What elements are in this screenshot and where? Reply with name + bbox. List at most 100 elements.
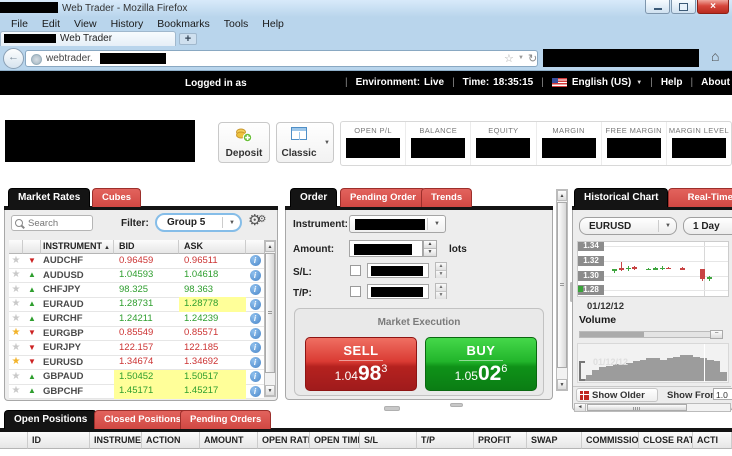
positions-column-header[interactable]: S/L [360, 432, 417, 449]
scroll-up-button[interactable]: ▲ [265, 241, 275, 252]
home-icon[interactable]: ⌂ [711, 48, 719, 64]
positions-column-header[interactable]: ACTION [142, 432, 200, 449]
sell-button[interactable]: SELL 1.04983 [305, 337, 417, 391]
layout-dropdown-button[interactable]: ▼ [321, 122, 334, 163]
deposit-button[interactable]: Deposit [218, 122, 270, 163]
sl-checkbox[interactable] [350, 265, 361, 276]
favorite-star-icon[interactable]: ★ [9, 268, 23, 282]
table-row[interactable]: ★▲GBPAUD1.504521.50517 [9, 370, 264, 385]
instrument-select[interactable]: ▼ [349, 215, 446, 233]
step-down-icon[interactable]: ▼ [436, 292, 446, 299]
favorite-star-icon[interactable]: ★ [9, 370, 23, 384]
positions-column-header[interactable]: PROFIT [474, 432, 527, 449]
info-icon[interactable] [246, 313, 264, 324]
positions-column-header[interactable]: OPEN RATE [258, 432, 310, 449]
tp-checkbox[interactable] [350, 286, 361, 297]
scroll-down-button[interactable]: ▼ [265, 385, 275, 396]
ask-column-header[interactable]: ASK [179, 240, 246, 254]
table-row[interactable]: ★▼EURGBP0.855490.85571 [9, 327, 264, 342]
url-bar[interactable]: webtrader. ☆ ▼ ↻ [25, 50, 538, 67]
positions-column-header[interactable]: ACTI [693, 432, 732, 449]
symbol-select[interactable]: EURUSD ▼ [579, 217, 677, 235]
positions-column-header[interactable]: INSTRUMENT [90, 432, 142, 449]
info-icon[interactable] [246, 386, 264, 397]
about-link[interactable]: About [701, 77, 730, 88]
scrollbar-thumb[interactable] [265, 253, 275, 373]
info-icon[interactable] [246, 357, 264, 368]
tab-historical-chart[interactable]: Historical Chart [574, 188, 668, 207]
window-titlebar[interactable]: Web Trader - Mozilla Firefox × [0, 0, 732, 17]
step-up-icon[interactable]: ▲ [436, 284, 446, 292]
period-select[interactable]: 1 Day [683, 217, 732, 235]
language-selector[interactable]: English (US) [572, 77, 631, 88]
instrument-column-header[interactable]: INSTRUMENT▲ [41, 240, 114, 254]
info-icon[interactable] [246, 255, 264, 266]
help-link[interactable]: Help [661, 77, 683, 88]
positions-column-header[interactable]: ID [28, 432, 90, 449]
info-icon[interactable] [246, 284, 264, 295]
search-field[interactable] [11, 215, 93, 231]
show-from-input[interactable]: 1.0 [713, 388, 732, 400]
table-row[interactable]: ★▼EURUSD1.346741.34692 [9, 356, 264, 371]
table-row[interactable]: ★▼AUDCHF0.964590.96511 [9, 254, 264, 269]
menu-item-edit[interactable]: Edit [35, 18, 67, 30]
step-up-icon[interactable]: ▲ [424, 241, 436, 249]
menu-item-bookmarks[interactable]: Bookmarks [150, 18, 217, 30]
favorite-star-icon[interactable]: ★ [9, 326, 23, 340]
restore-button[interactable] [671, 0, 696, 14]
tab-market-rates[interactable]: Market Rates [8, 188, 90, 207]
amount-stepper[interactable]: ▲ ▼ [423, 240, 437, 257]
table-row[interactable]: ★▲AUDUSD1.045931.04618 [9, 269, 264, 284]
table-row[interactable]: ★▲CHFJPY98.32598.363 [9, 283, 264, 298]
favorite-star-icon[interactable]: ★ [9, 312, 23, 326]
tp-input[interactable] [367, 284, 429, 299]
favorite-star-icon[interactable]: ★ [9, 341, 23, 355]
tp-stepper[interactable]: ▲ ▼ [435, 283, 447, 299]
minimize-button[interactable] [645, 0, 670, 14]
reload-icon[interactable]: ↻ [528, 52, 537, 65]
positions-column-header[interactable]: SWAP [527, 432, 582, 449]
tab-pending-orders[interactable]: Pending Orders [180, 410, 271, 429]
positions-column-header[interactable] [0, 432, 28, 449]
table-row[interactable]: ★▲EURCHF1.242111.24239 [9, 312, 264, 327]
redacted-search-box[interactable] [543, 49, 699, 67]
info-icon[interactable] [246, 299, 264, 310]
amount-input[interactable] [349, 240, 423, 257]
menu-item-help[interactable]: Help [255, 18, 291, 30]
horizontal-splitter-handle[interactable] [384, 406, 400, 411]
tab-order[interactable]: Order [290, 188, 337, 207]
tab-cubes[interactable]: Cubes [92, 188, 141, 207]
search-input[interactable] [26, 217, 92, 230]
sl-input[interactable] [367, 263, 429, 278]
favorite-star-icon[interactable]: ★ [9, 254, 23, 268]
favorite-star-icon[interactable]: ★ [9, 297, 23, 311]
tab-pending-order[interactable]: Pending Order [340, 188, 426, 207]
buy-button[interactable]: BUY 1.05026 [425, 337, 537, 391]
tab-trends[interactable]: Trends [421, 188, 472, 207]
chart-range-slider[interactable] [579, 331, 719, 338]
layout-classic-button[interactable]: Classic [276, 122, 322, 163]
table-row[interactable]: ★▲EURAUD1.287311.28778 [9, 298, 264, 313]
market-rates-scrollbar[interactable]: ▲ ▼ [264, 240, 276, 397]
close-button[interactable]: × [697, 0, 729, 14]
positions-column-header[interactable]: OPEN TIME [310, 432, 360, 449]
step-down-icon[interactable]: ▼ [436, 271, 446, 278]
positions-column-header[interactable]: COMMISSIO [582, 432, 639, 449]
tab-realtime-chart[interactable]: Real-Time Chart [668, 188, 732, 207]
favorite-star-icon[interactable]: ★ [9, 355, 23, 369]
language-dropdown-icon[interactable]: ▼ [636, 80, 642, 86]
step-up-icon[interactable]: ▲ [436, 263, 446, 271]
settings-gear-icon[interactable]: ⚙⚙ [248, 211, 266, 229]
tab-open-positions[interactable]: Open Positions [4, 410, 97, 429]
menu-item-history[interactable]: History [104, 18, 151, 30]
bookmark-star-icon[interactable]: ☆ [504, 52, 514, 65]
scroll-up-button[interactable]: ▲ [557, 190, 567, 201]
favorite-star-icon[interactable]: ★ [9, 283, 23, 297]
order-panel-scrollbar[interactable]: ▲ ▼ [556, 189, 568, 391]
scroll-left-button[interactable]: ◄ [575, 404, 586, 411]
positions-column-header[interactable]: CLOSE RATE [639, 432, 693, 449]
range-bracket-handle[interactable] [579, 361, 585, 381]
menu-item-file[interactable]: File [4, 18, 35, 30]
positions-column-header[interactable]: AMOUNT [200, 432, 258, 449]
chart-horizontal-scrollbar[interactable]: ◄ [574, 403, 731, 412]
